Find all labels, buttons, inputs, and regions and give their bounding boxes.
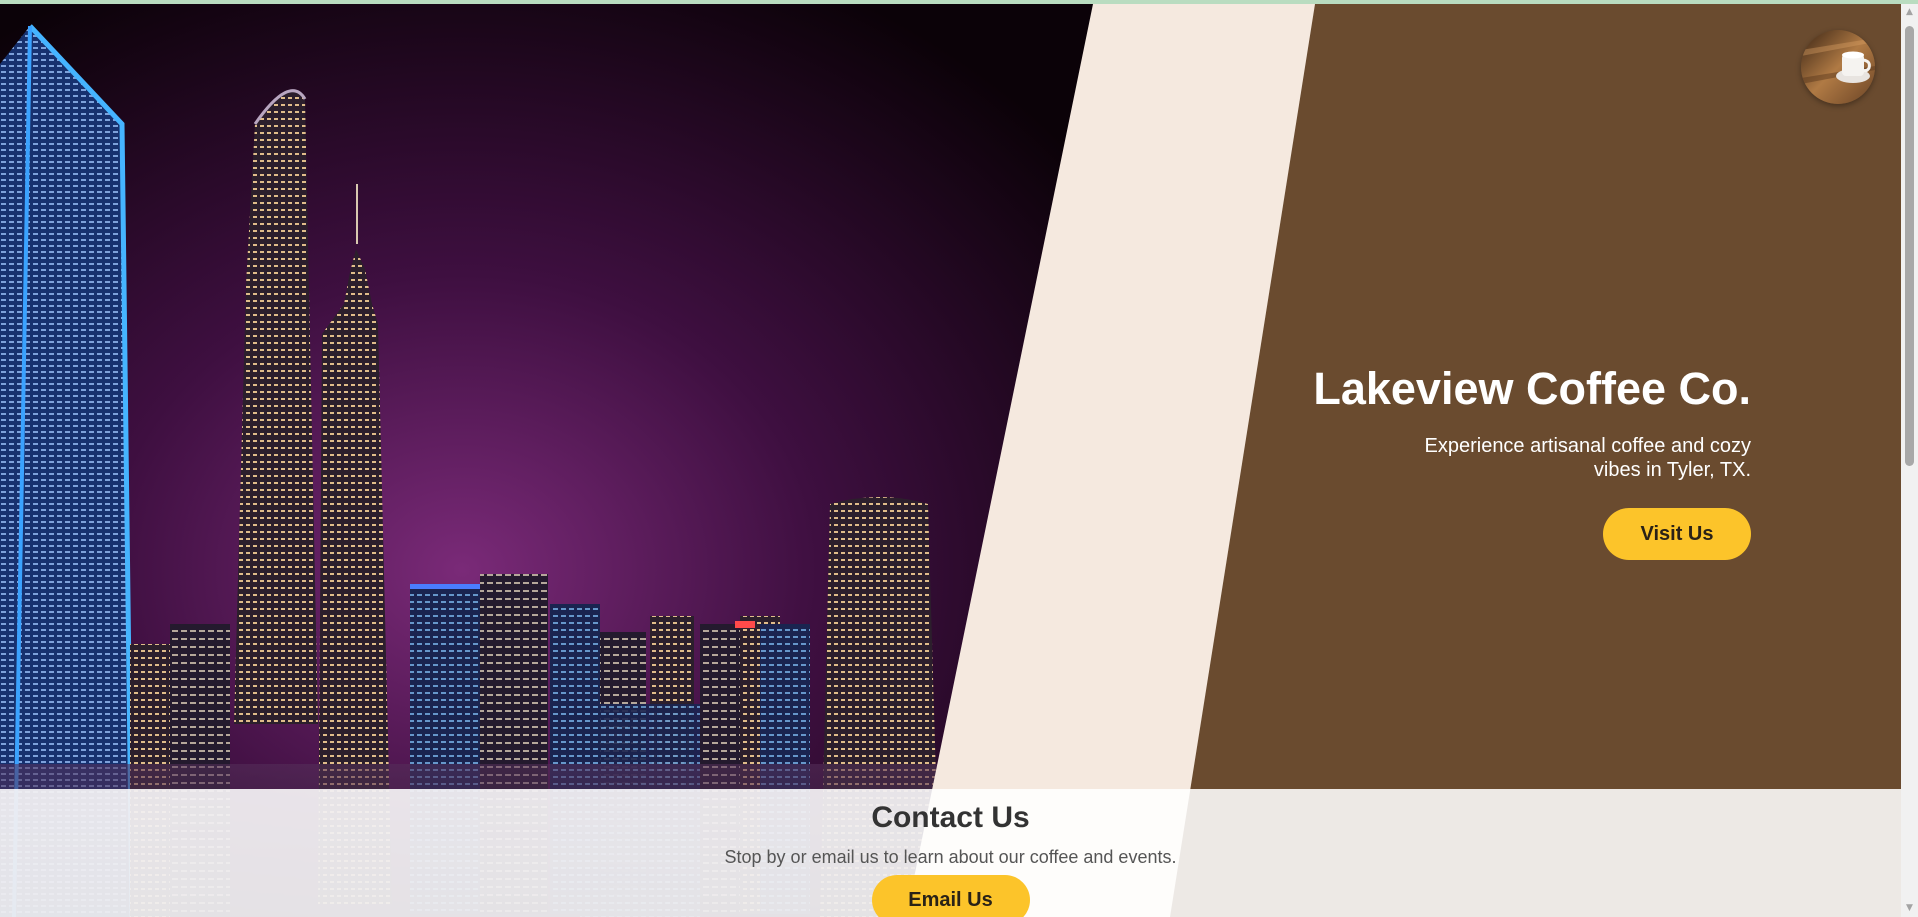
email-us-button[interactable]: Email Us bbox=[871, 875, 1030, 917]
chevron-down-icon[interactable]: ▼ bbox=[1901, 900, 1918, 917]
contact-section: Contact Us Stop by or email us to learn … bbox=[0, 789, 1901, 917]
coffee-cup-avatar-icon[interactable] bbox=[1801, 30, 1875, 104]
vertical-scrollbar[interactable]: ▲ ▼ bbox=[1901, 4, 1918, 917]
hero-title: Lakeview Coffee Co. bbox=[1313, 363, 1751, 414]
page-viewport: Lakeview Coffee Co. Experience artisanal… bbox=[0, 0, 1918, 917]
contact-title: Contact Us bbox=[871, 801, 1030, 834]
scrollbar-thumb[interactable] bbox=[1905, 26, 1914, 466]
visit-us-button[interactable]: Visit Us bbox=[1603, 508, 1751, 560]
hero-content: Lakeview Coffee Co. Experience artisanal… bbox=[1231, 360, 1751, 560]
hero-subtitle: Experience artisanal coffee and cozy vib… bbox=[1424, 435, 1752, 481]
contact-text: Stop by or email us to learn about our c… bbox=[724, 847, 1177, 867]
chevron-up-icon[interactable]: ▲ bbox=[1901, 4, 1918, 21]
